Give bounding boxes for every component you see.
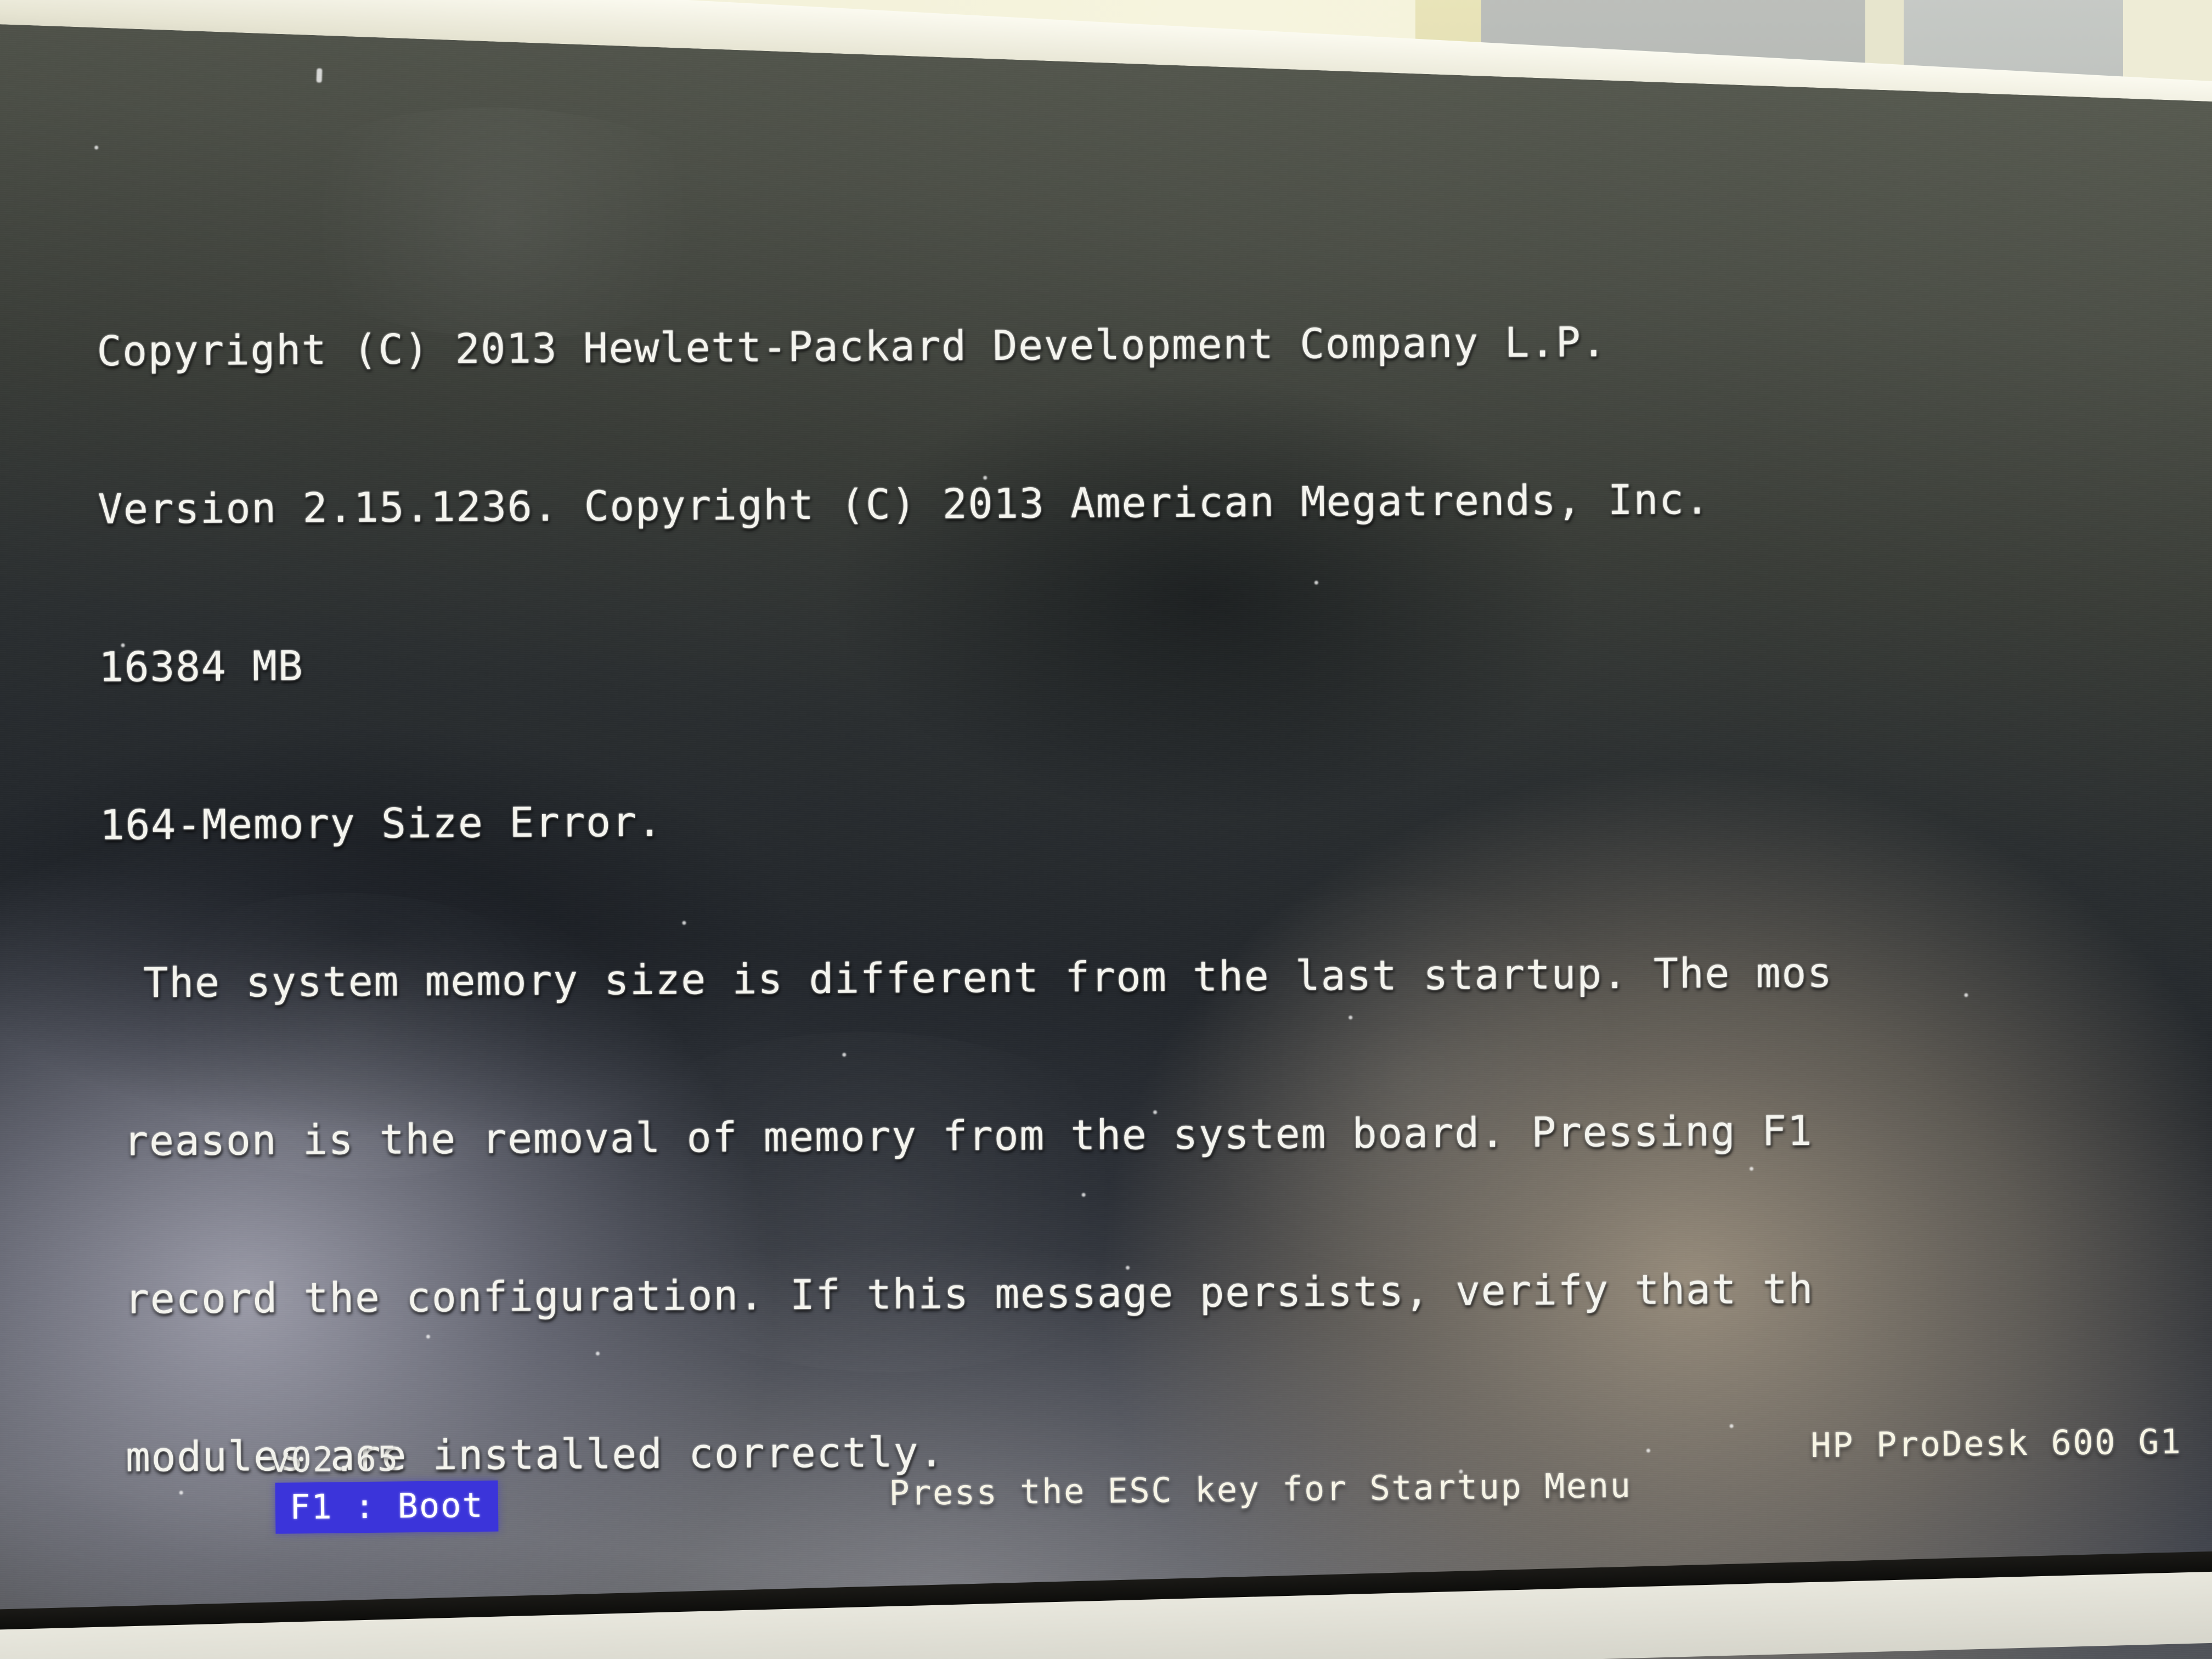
bios-error-body-line-2: reason is the removal of memory from the… xyxy=(123,1106,1813,1165)
esc-startup-menu-hint[interactable]: Press the ESC key for Startup Menu xyxy=(889,1465,1632,1513)
bios-copyright-hp: Copyright (C) 2013 Hewlett-Packard Devel… xyxy=(97,318,1607,375)
bios-error-body-line-1: The system memory size is different from… xyxy=(143,948,1833,1007)
bios-error-code: 164-Memory Size Error. xyxy=(99,797,663,849)
bios-memory-size: 16384 MB xyxy=(98,641,304,691)
bios-error-body-line-3: record the configuration. If this messag… xyxy=(124,1264,1814,1323)
f1-boot-button[interactable]: F1 : Boot xyxy=(275,1480,499,1534)
bios-text-block: Copyright (C) 2013 Hewlett-Packard Devel… xyxy=(96,205,2212,1589)
model-name-label: HP ProDesk 600 G1 xyxy=(1810,1421,2182,1465)
bios-version-ami: Version 2.15.1236. Copyright (C) 2013 Am… xyxy=(97,475,1711,533)
photo-of-monitor: Copyright (C) 2013 Hewlett-Packard Devel… xyxy=(0,0,2212,1659)
firmware-version-label: v02.65 xyxy=(269,1438,399,1480)
